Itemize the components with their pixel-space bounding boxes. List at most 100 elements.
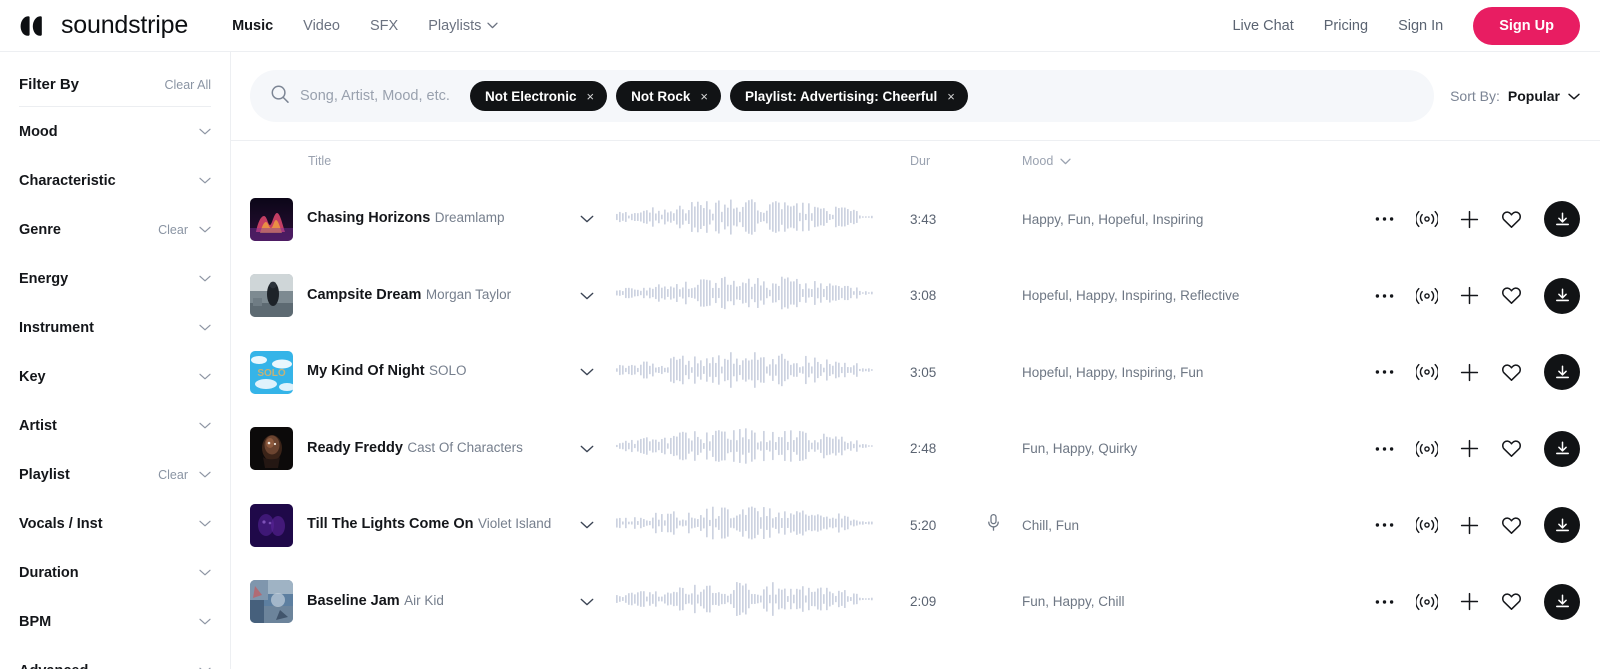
filter-pill-not-rock[interactable]: Not Rock × <box>616 81 721 111</box>
favorite-icon[interactable] <box>1501 592 1522 611</box>
waveform-preview[interactable] <box>616 504 874 547</box>
expand-row-chevron-icon[interactable] <box>580 210 594 228</box>
sort-by-control[interactable]: Sort By: Popular <box>1450 88 1580 104</box>
search-input[interactable] <box>300 88 460 104</box>
sign-up-button[interactable]: Sign Up <box>1473 6 1580 45</box>
nav-item-music[interactable]: Music <box>232 18 273 34</box>
filter-item-bpm[interactable]: BPM <box>19 597 211 646</box>
filter-item-artist[interactable]: Artist <box>19 401 211 450</box>
expand-row-chevron-icon[interactable] <box>580 593 594 611</box>
main-content: Not Electronic × Not Rock × Playlist: Ad… <box>231 52 1600 669</box>
add-to-playlist-icon[interactable] <box>1460 516 1479 535</box>
add-to-playlist-icon[interactable] <box>1460 363 1479 382</box>
filter-item-advanced[interactable]: Advanced <box>19 646 211 669</box>
filter-item-genre[interactable]: Genre Clear <box>19 205 211 254</box>
row-actions <box>1352 583 1580 620</box>
expand-row-chevron-icon[interactable] <box>580 440 594 458</box>
more-icon[interactable] <box>1375 216 1394 222</box>
similar-tracks-icon[interactable] <box>1416 440 1438 458</box>
brand-logo[interactable]: soundstripe <box>18 11 188 40</box>
add-to-playlist-icon[interactable] <box>1460 439 1479 458</box>
waveform-cell <box>580 351 910 394</box>
pricing-link[interactable]: Pricing <box>1324 18 1368 34</box>
favorite-icon[interactable] <box>1501 439 1522 458</box>
filter-item-vocals-inst[interactable]: Vocals / Inst <box>19 499 211 548</box>
table-row[interactable]: Ready Freddy Cast Of Characters 2:48 Fun… <box>231 411 1600 488</box>
favorite-icon[interactable] <box>1501 516 1522 535</box>
filter-clear-link[interactable]: Clear <box>158 223 188 237</box>
add-to-playlist-icon[interactable] <box>1460 210 1479 229</box>
download-button[interactable] <box>1544 430 1580 467</box>
download-button[interactable] <box>1544 277 1580 314</box>
table-row[interactable]: Campsite Dream Morgan Taylor 3:08 Hopefu… <box>231 258 1600 335</box>
waveform-preview[interactable] <box>616 198 874 241</box>
filter-pill-not-electronic[interactable]: Not Electronic × <box>470 81 608 111</box>
nav-item-playlists[interactable]: Playlists <box>428 18 499 34</box>
filter-item-characteristic[interactable]: Characteristic <box>19 156 211 205</box>
table-row[interactable]: Till The Lights Come On Violet Island 5:… <box>231 487 1600 564</box>
expand-row-chevron-icon[interactable] <box>580 287 594 305</box>
album-art-thumbnail[interactable]: SOLO <box>250 350 293 394</box>
expand-row-chevron-icon[interactable] <box>580 516 594 534</box>
download-button[interactable] <box>1544 201 1580 238</box>
track-mood: Hopeful, Happy, Inspiring, Reflective <box>1022 288 1240 304</box>
similar-tracks-icon[interactable] <box>1416 593 1438 611</box>
more-icon[interactable] <box>1375 369 1394 375</box>
add-to-playlist-icon[interactable] <box>1460 592 1479 611</box>
table-row[interactable]: Chasing Horizons Dreamlamp 3:43 Happy, F… <box>231 181 1600 258</box>
waveform-preview[interactable] <box>616 351 874 394</box>
add-to-playlist-icon[interactable] <box>1460 286 1479 305</box>
search-box[interactable]: Not Electronic × Not Rock × Playlist: Ad… <box>250 70 1435 122</box>
table-row[interactable]: Baseline Jam Air Kid 2:09 Fun, Happy, Ch… <box>231 564 1600 641</box>
track-list: Chasing Horizons Dreamlamp 3:43 Happy, F… <box>231 181 1600 669</box>
track-title: Till The Lights Come On <box>307 516 474 533</box>
table-row[interactable]: SOLO My Kind Of Night SOLO 3:05 Hopeful,… <box>231 334 1600 411</box>
nav-item-sfx[interactable]: SFX <box>370 18 398 34</box>
album-art-thumbnail[interactable] <box>250 427 293 471</box>
filter-item-playlist[interactable]: Playlist Clear <box>19 450 211 499</box>
similar-tracks-icon[interactable] <box>1416 516 1438 534</box>
brand-name: soundstripe <box>61 11 189 39</box>
album-art-thumbnail[interactable] <box>250 197 293 241</box>
close-icon[interactable]: × <box>587 90 595 103</box>
track-mood: Hopeful, Happy, Inspiring, Fun <box>1022 364 1204 380</box>
column-header-mood[interactable]: Mood <box>1022 154 1352 168</box>
waveform-preview[interactable] <box>616 274 874 317</box>
close-icon[interactable]: × <box>947 90 955 103</box>
more-icon[interactable] <box>1375 599 1394 605</box>
favorite-icon[interactable] <box>1501 210 1522 229</box>
clear-all-button[interactable]: Clear All <box>164 78 211 92</box>
nav-item-video[interactable]: Video <box>303 18 340 34</box>
similar-tracks-icon[interactable] <box>1416 210 1438 228</box>
filter-item-key[interactable]: Key <box>19 352 211 401</box>
live-chat-link[interactable]: Live Chat <box>1232 18 1293 34</box>
filter-clear-link[interactable]: Clear <box>158 468 188 482</box>
filter-label: Advanced <box>19 663 88 669</box>
waveform-preview[interactable] <box>616 427 874 470</box>
album-art-thumbnail[interactable] <box>250 274 293 318</box>
album-art-thumbnail[interactable] <box>250 580 293 624</box>
download-button[interactable] <box>1544 354 1580 391</box>
favorite-icon[interactable] <box>1501 286 1522 305</box>
album-art-thumbnail[interactable] <box>250 503 293 547</box>
filter-pill-playlist-advertising-cheerful[interactable]: Playlist: Advertising: Cheerful × <box>729 81 968 111</box>
track-artist: SOLO <box>429 363 467 379</box>
filter-item-duration[interactable]: Duration <box>19 548 211 597</box>
similar-tracks-icon[interactable] <box>1416 363 1438 381</box>
expand-row-chevron-icon[interactable] <box>580 363 594 381</box>
more-icon[interactable] <box>1375 522 1394 528</box>
similar-tracks-icon[interactable] <box>1416 287 1438 305</box>
track-duration: 2:48 <box>910 441 937 457</box>
download-button[interactable] <box>1544 507 1580 544</box>
more-icon[interactable] <box>1375 446 1394 452</box>
favorite-icon[interactable] <box>1501 363 1522 382</box>
filter-item-instrument[interactable]: Instrument <box>19 303 211 352</box>
waveform-preview[interactable] <box>616 580 874 623</box>
close-icon[interactable]: × <box>700 90 708 103</box>
waveform-cell <box>580 274 910 317</box>
sign-in-link[interactable]: Sign In <box>1398 18 1443 34</box>
download-button[interactable] <box>1544 583 1580 620</box>
filter-item-energy[interactable]: Energy <box>19 254 211 303</box>
filter-item-mood[interactable]: Mood <box>19 107 211 156</box>
more-icon[interactable] <box>1375 293 1394 299</box>
